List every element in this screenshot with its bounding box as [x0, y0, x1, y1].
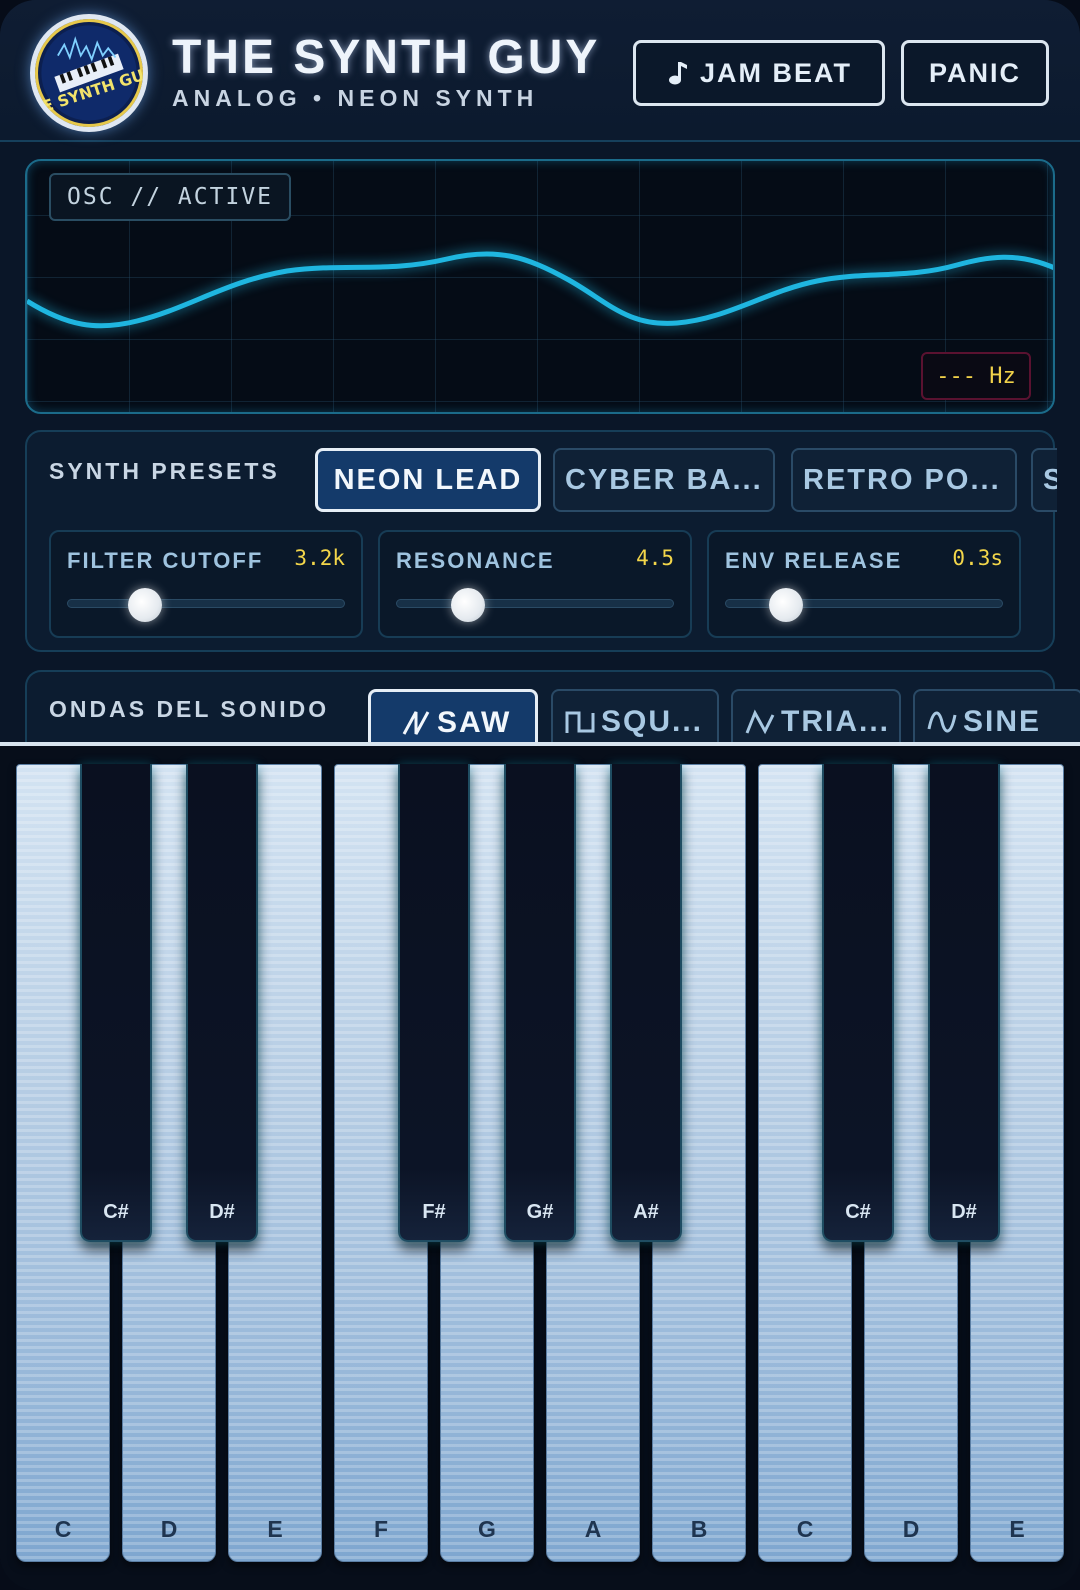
- sine-wave-icon: [927, 711, 957, 733]
- resonance-thumb[interactable]: [451, 588, 486, 622]
- key-label: A#: [633, 1201, 659, 1223]
- piano-keyboard: C D E F G A B C D E C# D# F# G# A# C# D#: [0, 746, 1080, 1590]
- saw-wave-icon: [402, 711, 430, 735]
- filter-cutoff-value: 3.2k: [294, 546, 345, 570]
- resonance-track[interactable]: [396, 599, 674, 608]
- square-wave-icon: [565, 711, 595, 733]
- key-label: D: [902, 1516, 920, 1542]
- wave-label: TRIA...: [781, 705, 890, 738]
- key-label: G#: [526, 1201, 554, 1223]
- preset-cyber-bass[interactable]: CYBER BA...: [553, 448, 775, 512]
- key-label: C: [54, 1516, 72, 1542]
- preset-label: CYBER BA...: [565, 463, 763, 496]
- filter-cutoff-label: FILTER CUTOFF: [67, 548, 264, 573]
- key-label: A: [584, 1516, 602, 1542]
- wave-label: SAW: [437, 706, 512, 739]
- resonance-label: RESONANCE: [396, 548, 555, 573]
- black-key-d-sharp-2[interactable]: D#: [928, 764, 1000, 1242]
- preset-label: SY: [1043, 464, 1057, 497]
- panic-button[interactable]: PANIC: [901, 40, 1049, 106]
- osc-status-label: OSC // ACTIVE: [49, 173, 292, 221]
- key-label: F#: [422, 1201, 446, 1223]
- filter-cutoff-track[interactable]: [67, 599, 345, 608]
- presets-panel: SYNTH PRESETS NEON LEAD CYBER BA... RETR…: [25, 430, 1057, 652]
- black-key-c-sharp-2[interactable]: C#: [822, 764, 894, 1242]
- preset-retro-pop[interactable]: RETRO PO...: [791, 448, 1017, 512]
- wave-label: SINE: [963, 705, 1042, 738]
- app-title: THE SYNTH GUY: [172, 31, 601, 84]
- jam-beat-button[interactable]: JAM BEAT: [633, 40, 885, 106]
- black-key-f-sharp[interactable]: F#: [398, 764, 470, 1242]
- frequency-readout: --- Hz: [921, 352, 1031, 400]
- env-release-label: ENV RELEASE: [725, 548, 903, 573]
- presets-section-label: SYNTH PRESETS: [49, 458, 280, 484]
- env-release-value: 0.3s: [952, 546, 1003, 570]
- resonance-control: RESONANCE 4.5: [378, 530, 692, 638]
- app-subtitle: ANALOG • NEON SYNTH: [172, 85, 539, 111]
- key-label: E: [267, 1516, 283, 1542]
- key-label: D: [160, 1516, 178, 1542]
- key-label: G: [478, 1516, 496, 1542]
- preset-label: RETRO PO...: [803, 463, 1001, 496]
- panic-label: PANIC: [928, 57, 1021, 88]
- env-release-track[interactable]: [725, 599, 1003, 608]
- wave-label: SQU...: [601, 705, 704, 738]
- key-label: C#: [103, 1201, 129, 1223]
- resonance-value: 4.5: [636, 546, 674, 570]
- key-label: F: [373, 1516, 389, 1542]
- key-label: B: [690, 1516, 708, 1542]
- env-release-control: ENV RELEASE 0.3s: [707, 530, 1021, 638]
- filter-cutoff-thumb[interactable]: [127, 588, 162, 622]
- header: THE SYNTH GUY THE SYNTH GUY ANALOG • NEO…: [0, 0, 1080, 142]
- preset-neon-lead[interactable]: NEON LEAD: [315, 448, 541, 512]
- env-release-thumb[interactable]: [769, 588, 804, 622]
- black-key-d-sharp[interactable]: D#: [186, 764, 258, 1242]
- key-label: C#: [845, 1201, 871, 1223]
- synth-app: THE SYNTH GUY THE SYNTH GUY ANALOG • NEO…: [0, 0, 1080, 1590]
- oscilloscope-display: OSC // ACTIVE --- Hz: [25, 159, 1055, 414]
- preset-label: NEON LEAD: [333, 463, 523, 496]
- key-label: D#: [951, 1201, 977, 1223]
- jam-beat-label: JAM BEAT: [699, 57, 852, 88]
- black-key-g-sharp[interactable]: G#: [504, 764, 576, 1242]
- filter-cutoff-control: FILTER CUTOFF 3.2k: [49, 530, 363, 638]
- black-key-a-sharp[interactable]: A#: [610, 764, 682, 1242]
- black-key-c-sharp[interactable]: C#: [80, 764, 152, 1242]
- music-note-icon: [668, 62, 687, 85]
- triangle-wave-icon: [745, 709, 775, 735]
- waveform-section-label: ONDAS DEL SONIDO: [49, 696, 330, 722]
- key-label: E: [1009, 1516, 1025, 1542]
- preset-partial[interactable]: SY: [1031, 448, 1057, 512]
- key-label: C: [796, 1516, 814, 1542]
- key-label: D#: [209, 1201, 235, 1223]
- synth-guy-logo: THE SYNTH GUY: [30, 14, 148, 132]
